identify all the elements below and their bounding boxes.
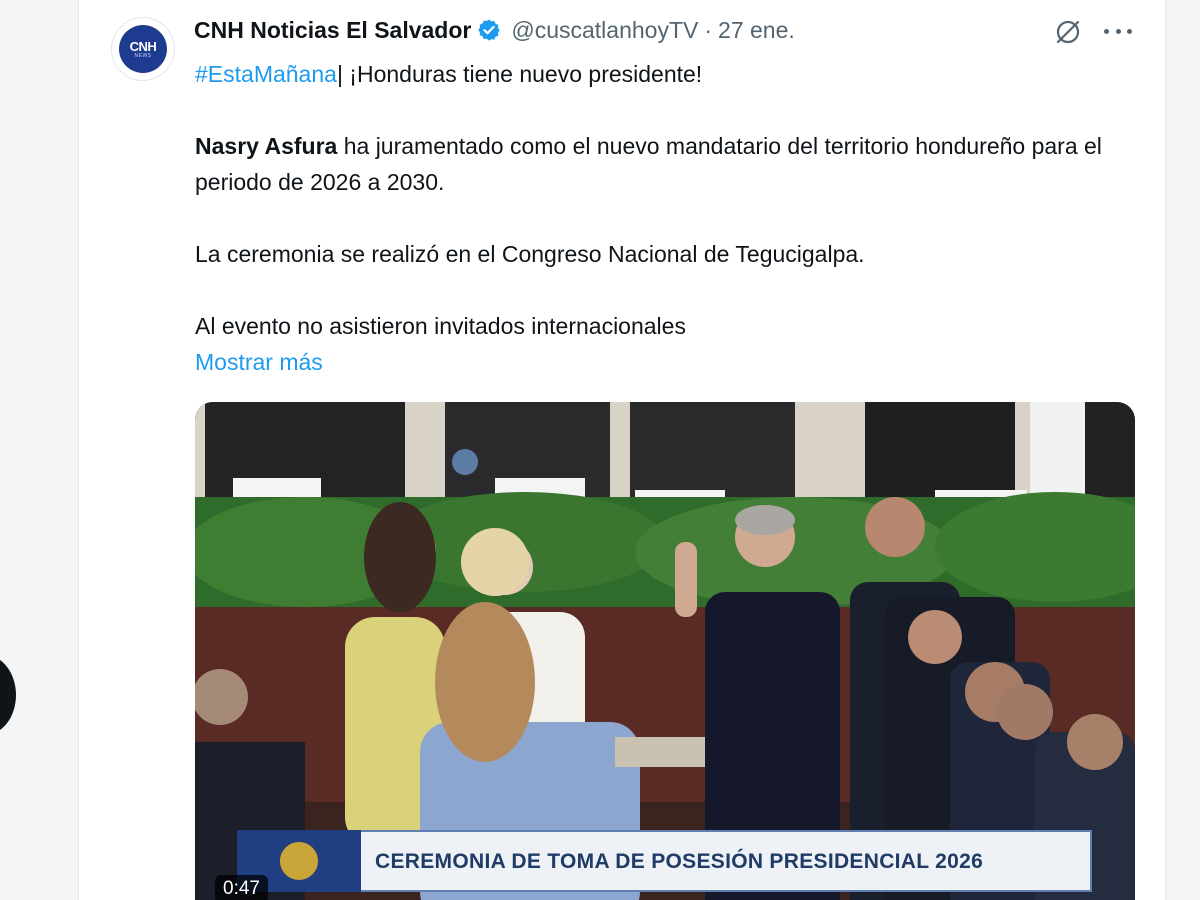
- bold-name: Nasry Asfura: [195, 133, 338, 159]
- avatar-text: CNH: [129, 38, 157, 54]
- video-frame: [195, 402, 1135, 900]
- cnh-logo: CNH NEWS: [119, 25, 167, 73]
- verified-badge-icon: [477, 18, 501, 42]
- nav-arrow-button[interactable]: [0, 655, 16, 735]
- author-handle[interactable]: @cuscatlanhoyTV: [511, 17, 698, 44]
- avatar[interactable]: CNH NEWS: [112, 18, 174, 80]
- tweet-paragraph-4: Al evento no asistieron invitados intern…: [195, 313, 686, 339]
- tweet-paragraph-3: La ceremonia se realizó en el Congreso N…: [195, 241, 865, 267]
- headline-text: | ¡Honduras tiene nuevo presidente!: [336, 61, 703, 87]
- separator-dot: ·: [704, 16, 713, 43]
- tweet-header: CNH Noticias El Salvador @cuscatlanhoyTV…: [194, 12, 795, 48]
- grok-icon[interactable]: [1052, 16, 1084, 48]
- video-lower-third: CEREMONIA DE TOMA DE POSESIÓN PRESIDENCI…: [237, 830, 1092, 892]
- tweet-timestamp[interactable]: 27 ene.: [718, 17, 795, 44]
- tweet-line-1: #EstaMañana| ¡Honduras tiene nuevo presi…: [195, 56, 1125, 92]
- tweet-body: #EstaMañana| ¡Honduras tiene nuevo presi…: [195, 56, 1125, 380]
- hashtag-link[interactable]: #EstaMañana: [195, 61, 337, 87]
- show-more-link[interactable]: Mostrar más: [195, 344, 1125, 380]
- author-name[interactable]: CNH Noticias El Salvador: [194, 17, 471, 44]
- avatar-subtext: NEWS: [134, 52, 152, 59]
- video-duration-badge: 0:47: [215, 875, 268, 900]
- more-options-icon[interactable]: [1102, 18, 1134, 44]
- lower-third-title: CEREMONIA DE TOMA DE POSESIÓN PRESIDENCI…: [375, 850, 984, 873]
- video-player[interactable]: CEREMONIA DE TOMA DE POSESIÓN PRESIDENCI…: [195, 402, 1135, 900]
- tweet-paragraph-2: Nasry Asfura ha juramentado como el nuev…: [195, 128, 1125, 200]
